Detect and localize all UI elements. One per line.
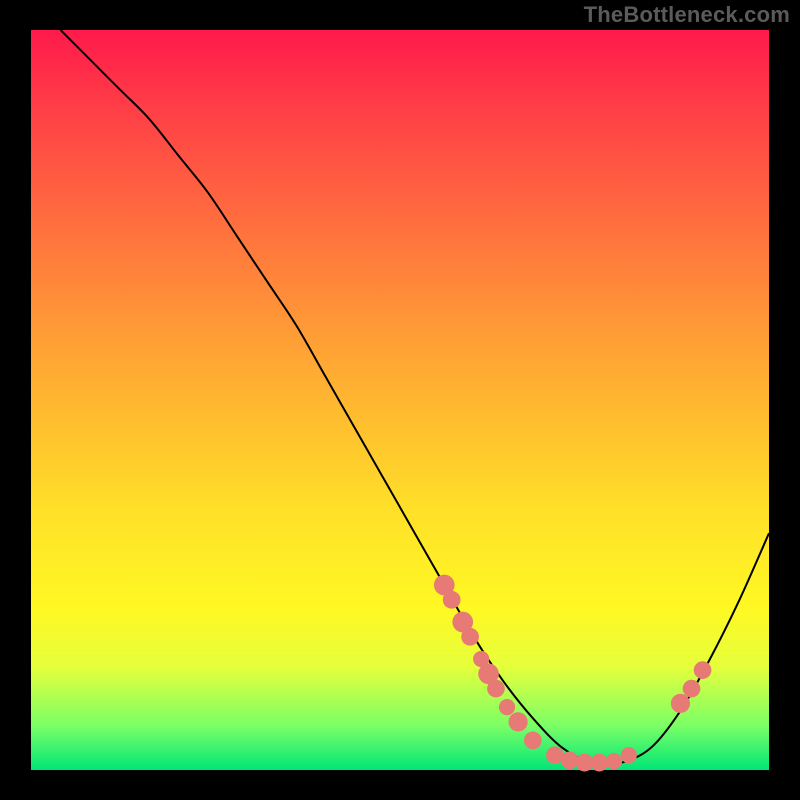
data-point: [487, 680, 505, 698]
data-point: [499, 699, 515, 715]
data-point: [461, 628, 479, 646]
chart-container: TheBottleneck.com: [0, 0, 800, 800]
data-point: [508, 712, 527, 731]
data-point: [694, 661, 712, 679]
data-point: [621, 747, 637, 763]
data-point: [606, 753, 622, 769]
data-point: [443, 591, 461, 609]
curve-layer: [31, 30, 769, 770]
plot-area: [31, 30, 769, 770]
data-point: [671, 694, 690, 713]
data-point: [683, 680, 701, 698]
watermark-text: TheBottleneck.com: [584, 2, 790, 28]
data-point: [524, 732, 542, 750]
bottleneck-curve: [61, 30, 769, 764]
data-point: [590, 754, 608, 772]
data-markers: [434, 575, 711, 772]
